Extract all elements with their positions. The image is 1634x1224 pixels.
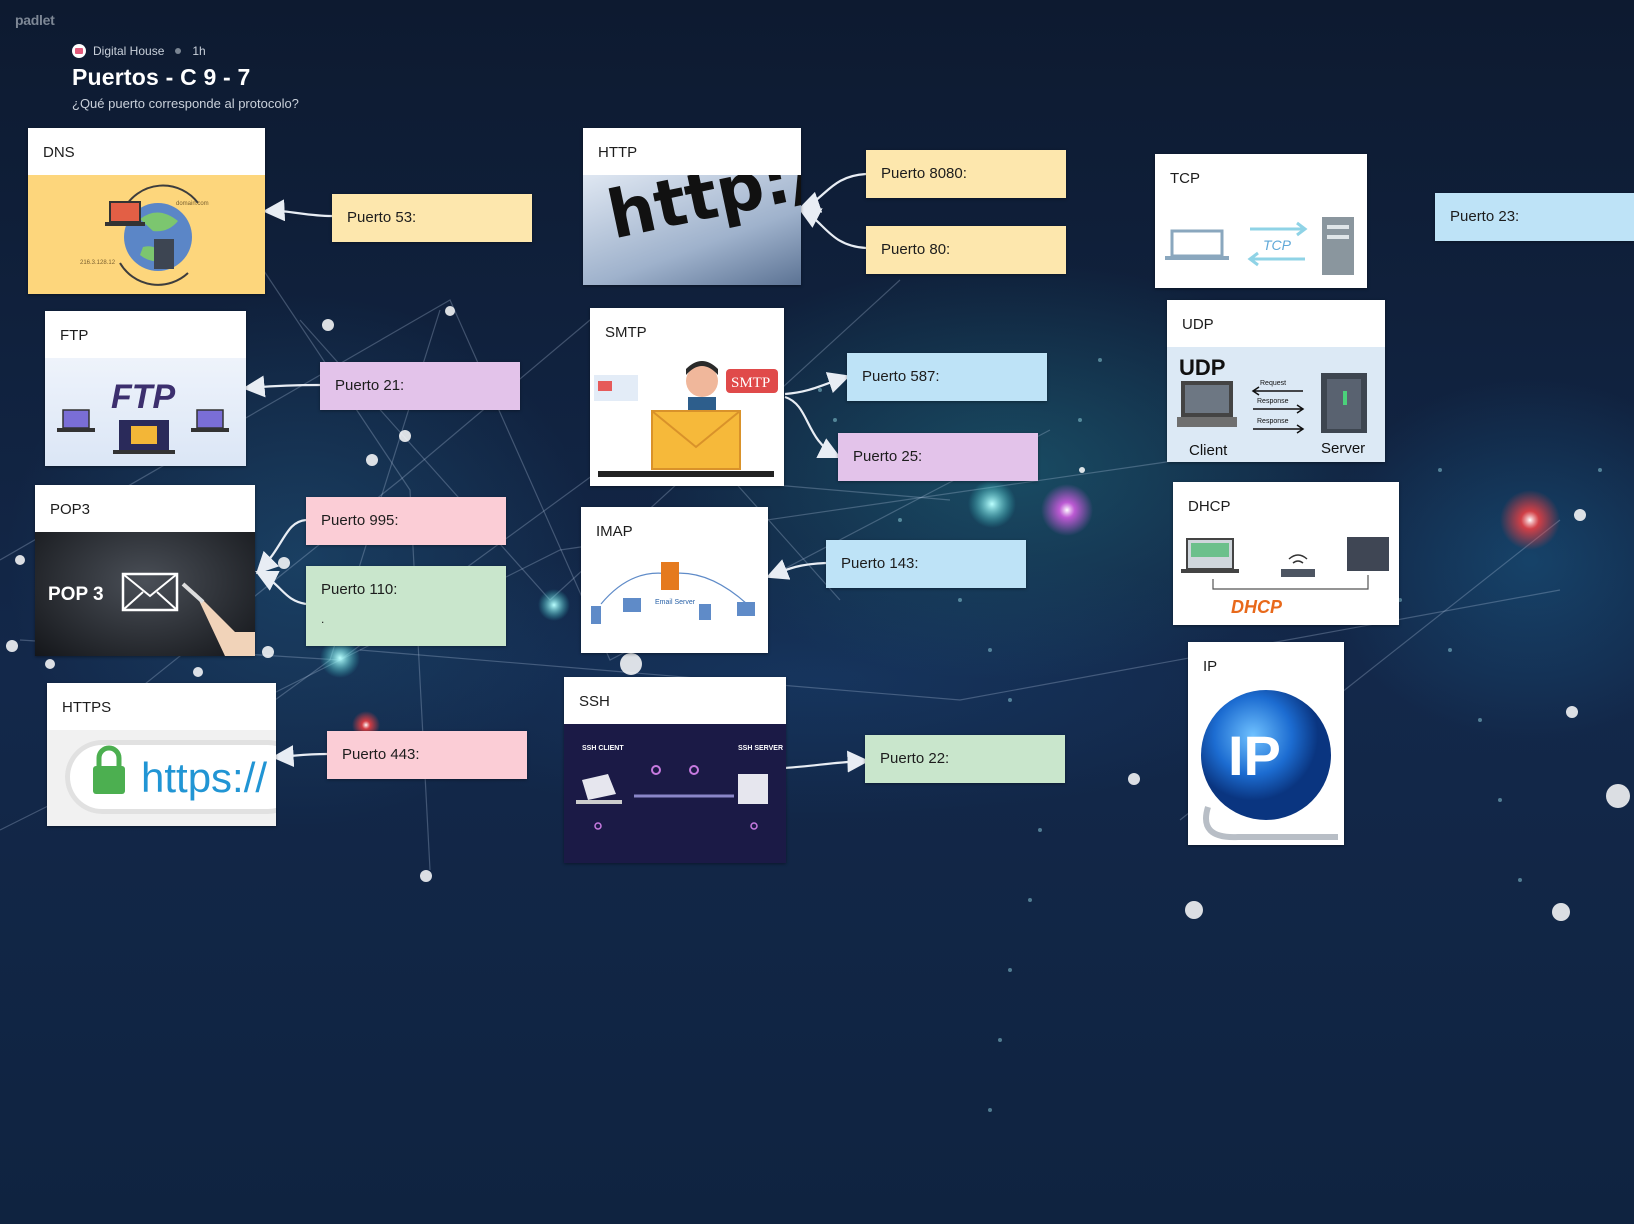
card-title: UDP <box>1182 316 1214 333</box>
card-udp[interactable]: UDP UDP Client Request Response Response… <box>1167 300 1385 462</box>
udp-response-label-2: Response <box>1257 418 1289 425</box>
note-puerto-80[interactable]: Puerto 80: <box>866 226 1066 274</box>
note-puerto-8080[interactable]: Puerto 8080: <box>866 150 1066 198</box>
card-imap[interactable]: IMAP Email Server <box>581 507 768 653</box>
ssh-client-label: SSH CLIENT <box>582 745 624 752</box>
card-title: IP <box>1203 658 1218 675</box>
smtp-image[interactable]: SMTP <box>590 355 784 486</box>
card-dhcp[interactable]: DHCP DHCP <box>1173 482 1399 625</box>
card-title: SSH <box>579 693 610 710</box>
card-title: HTTPS <box>62 699 112 716</box>
note-puerto-21[interactable]: Puerto 21: <box>320 362 520 410</box>
note-puerto-22[interactable]: Puerto 22: <box>865 735 1065 783</box>
udp-server-label: Server <box>1321 440 1365 457</box>
card-https[interactable]: HTTPS https:// <box>47 683 276 826</box>
card-smtp[interactable]: SMTP SMTP <box>590 308 784 486</box>
post-time: 1h <box>192 44 206 58</box>
card-tcp[interactable]: TCP TCP <box>1155 154 1367 288</box>
note-puerto-53[interactable]: Puerto 53: <box>332 194 532 242</box>
author-row: Digital House 1h <box>72 44 299 58</box>
card-pop3[interactable]: POP3 POP 3 <box>35 485 255 656</box>
imap-image-text: Email Server <box>655 599 696 606</box>
card-ftp[interactable]: FTP FTP <box>45 311 246 466</box>
note-puerto-443[interactable]: Puerto 443: <box>327 731 527 779</box>
card-http[interactable]: HTTP http://www <box>583 128 801 285</box>
http-image[interactable]: http://www <box>583 175 801 285</box>
https-image-text: https:// <box>141 754 268 801</box>
card-title: DNS <box>43 144 75 161</box>
dns-image[interactable]: domain.com 216.3.128.12 <box>28 175 265 294</box>
separator-dot <box>175 48 182 54</box>
author-avatar[interactable] <box>72 44 86 58</box>
note-puerto-110-extra: . <box>321 612 325 626</box>
dns-domain-label: domain.com <box>176 201 209 207</box>
http-image-text: http://www <box>601 175 801 254</box>
board-title: Puertos - C 9 - 7 <box>72 64 251 90</box>
card-ssh[interactable]: SSH SSH CLIENT SSH SERVER <box>564 677 786 863</box>
udp-image[interactable]: UDP Client Request Response Response Ser… <box>1167 347 1385 462</box>
ip-image-text: IP <box>1228 724 1281 787</box>
card-dns[interactable]: DNS domain.com 216.3.128.12 <box>28 128 265 294</box>
card-title: TCP <box>1170 170 1200 187</box>
note-puerto-143[interactable]: Puerto 143: <box>826 540 1026 588</box>
udp-response-label: Response <box>1257 398 1289 405</box>
tcp-image-text: TCP <box>1263 237 1292 253</box>
ftp-image-text: FTP <box>111 378 176 416</box>
udp-client-label: Client <box>1189 442 1228 459</box>
note-puerto-587[interactable]: Puerto 587: <box>847 353 1047 401</box>
note-puerto-25[interactable]: Puerto 25: <box>838 433 1038 481</box>
pop3-image[interactable]: POP 3 <box>35 532 255 656</box>
author-name[interactable]: Digital House <box>93 44 164 58</box>
dhcp-image[interactable]: DHCP <box>1173 529 1399 625</box>
padlet-logo[interactable]: padlet <box>15 12 55 28</box>
ftp-image[interactable]: FTP <box>45 358 246 466</box>
note-puerto-110[interactable]: Puerto 110: . <box>306 566 506 646</box>
note-puerto-995[interactable]: Puerto 995: <box>306 497 506 545</box>
card-title: FTP <box>60 327 89 344</box>
board-subtitle: ¿Qué puerto corresponde al protocolo? <box>72 96 299 111</box>
dhcp-image-text: DHCP <box>1231 597 1283 617</box>
dns-ip-label: 216.3.128.12 <box>80 260 116 266</box>
ssh-image[interactable]: SSH CLIENT SSH SERVER <box>564 724 786 863</box>
ip-image[interactable]: IP <box>1188 689 1344 845</box>
ssh-server-label: SSH SERVER <box>738 745 783 752</box>
imap-image[interactable]: Email Server <box>581 554 768 653</box>
udp-request-label: Request <box>1260 380 1286 387</box>
card-title: IMAP <box>596 523 633 540</box>
smtp-image-text: SMTP <box>731 375 770 391</box>
card-ip[interactable]: IP IP <box>1188 642 1344 845</box>
https-image[interactable]: https:// <box>47 730 276 826</box>
card-title: POP3 <box>50 501 91 518</box>
tcp-image[interactable]: TCP <box>1155 201 1367 288</box>
card-title: SMTP <box>605 324 647 341</box>
note-puerto-23[interactable]: Puerto 23: <box>1435 193 1634 241</box>
card-title: DHCP <box>1188 498 1231 515</box>
note-puerto-110-text: Puerto 110: <box>321 581 398 598</box>
board-header: Digital House 1h Puertos - C 9 - 7 ¿Qué … <box>72 44 299 111</box>
card-title: HTTP <box>598 144 638 161</box>
udp-image-heading: UDP <box>1179 355 1225 380</box>
